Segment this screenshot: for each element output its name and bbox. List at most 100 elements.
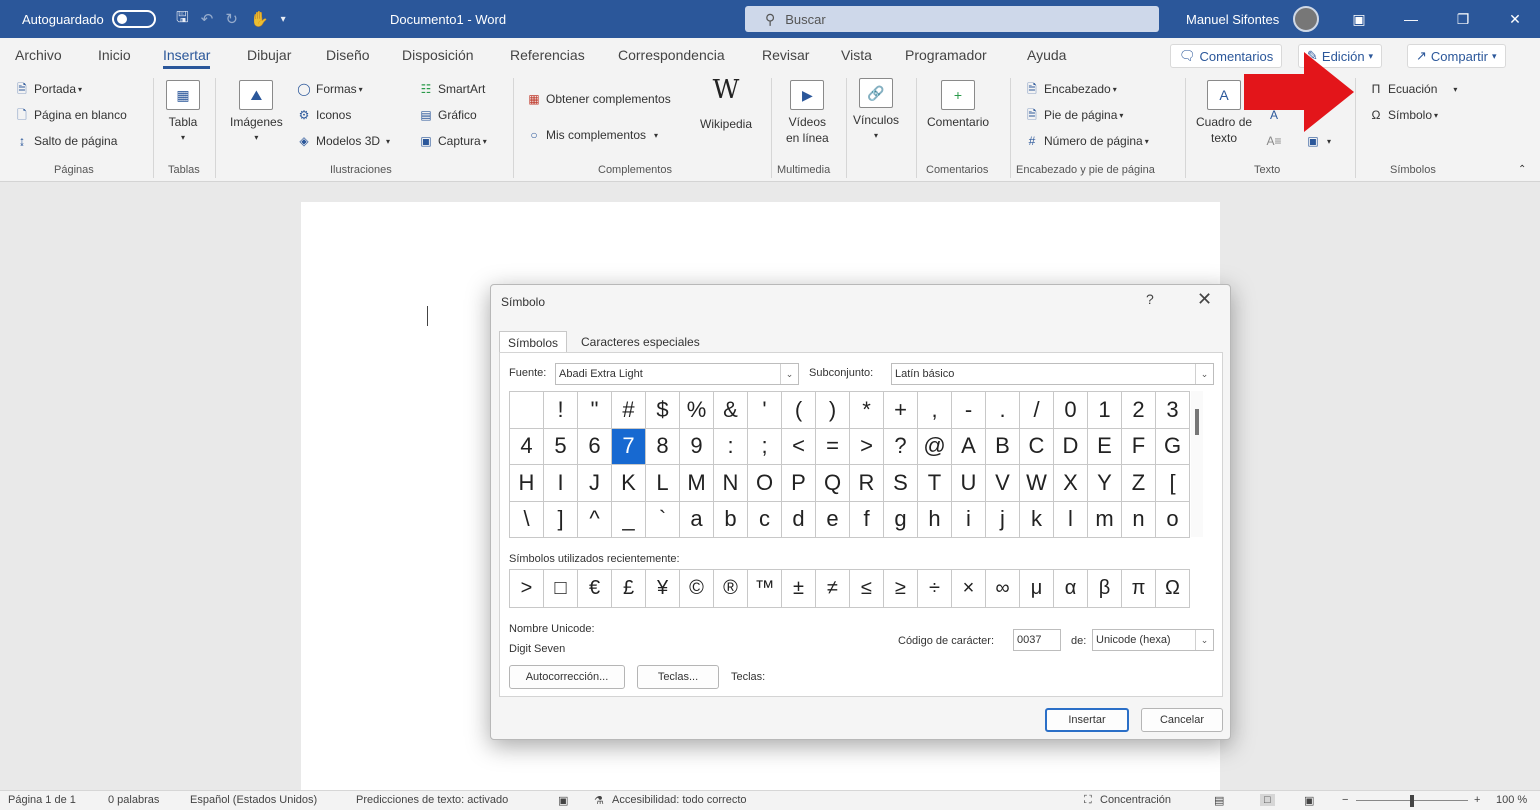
- symbol-cell[interactable]: 7: [612, 428, 646, 465]
- symbol-cell[interactable]: S: [884, 465, 918, 502]
- symbol-cell[interactable]: W: [1020, 465, 1054, 502]
- recent-symbol-cell[interactable]: □: [544, 570, 578, 608]
- symbol-cell[interactable]: .: [986, 392, 1020, 429]
- tab-referencias[interactable]: Referencias: [510, 47, 585, 63]
- ribbon-display-icon[interactable]: ▣: [1333, 11, 1385, 28]
- symbol-cell[interactable]: j: [986, 501, 1020, 538]
- symbol-cell[interactable]: #: [612, 392, 646, 429]
- symbol-cell[interactable]: ?: [884, 428, 918, 465]
- symbol-cell[interactable]: A: [952, 428, 986, 465]
- from-select[interactable]: Unicode (hexa) ⌄: [1092, 629, 1214, 651]
- symbol-cell[interactable]: O: [748, 465, 782, 502]
- symbol-cell[interactable]: l: [1054, 501, 1088, 538]
- tab-symbols[interactable]: Símbolos: [499, 331, 568, 353]
- symbol-cell[interactable]: 8: [646, 428, 680, 465]
- symbol-cell[interactable]: D: [1054, 428, 1088, 465]
- symbol-cell[interactable]: L: [646, 465, 680, 502]
- tab-revisar[interactable]: Revisar: [762, 47, 809, 63]
- symbol-cell[interactable]: 0: [1054, 392, 1088, 429]
- symbol-cell[interactable]: <: [782, 428, 816, 465]
- symbol-cell[interactable]: =: [816, 428, 850, 465]
- dropcap-button[interactable]: A≡: [1266, 133, 1286, 149]
- word-count[interactable]: 0 palabras: [108, 794, 159, 806]
- undo-icon[interactable]: ↶: [201, 10, 214, 28]
- recent-symbol-cell[interactable]: ×: [952, 570, 986, 608]
- symbol-cell[interactable]: R: [850, 465, 884, 502]
- symbol-cell[interactable]: g: [884, 501, 918, 538]
- recent-symbol-cell[interactable]: ®: [714, 570, 748, 608]
- recent-symbol-cell[interactable]: ¥: [646, 570, 680, 608]
- symbol-cell[interactable]: I: [544, 465, 578, 502]
- recent-symbol-cell[interactable]: ±: [782, 570, 816, 608]
- chart-button[interactable]: ▤ Gráfico: [418, 107, 476, 123]
- tab-dibujar[interactable]: Dibujar: [247, 47, 291, 63]
- text-predictions-status[interactable]: Predicciones de texto: activado: [356, 794, 508, 806]
- symbol-cell[interactable]: (: [782, 392, 816, 429]
- web-layout-icon[interactable]: ▣: [1304, 794, 1314, 807]
- symbol-cell[interactable]: C: [1020, 428, 1054, 465]
- font-select[interactable]: Abadi Extra Light ⌄: [555, 363, 799, 385]
- char-code-input[interactable]: 0037: [1013, 629, 1061, 651]
- symbol-cell[interactable]: E: [1088, 428, 1122, 465]
- symbol-cell[interactable]: i: [952, 501, 986, 538]
- recent-symbol-cell[interactable]: ≥: [884, 570, 918, 608]
- links-button[interactable]: 🔗 Vínculos ▾: [853, 78, 899, 144]
- symbol-cell[interactable]: 9: [680, 428, 714, 465]
- recent-symbol-cell[interactable]: ≠: [816, 570, 850, 608]
- symbol-cell[interactable]: ): [816, 392, 850, 429]
- symbol-cell[interactable]: 2: [1122, 392, 1156, 429]
- online-video-button[interactable]: ▶ Vídeos en línea: [786, 80, 829, 146]
- tab-diseno[interactable]: Diseño: [326, 47, 370, 63]
- symbol-cell[interactable]: f: [850, 501, 884, 538]
- recent-symbol-cell[interactable]: α: [1054, 570, 1088, 608]
- symbol-cell[interactable]: 3: [1156, 392, 1190, 429]
- symbol-cell[interactable]: 6: [578, 428, 612, 465]
- symbol-cell[interactable]: a: [680, 501, 714, 538]
- symbol-cell[interactable]: c: [748, 501, 782, 538]
- smartart-button[interactable]: ☷ SmartArt: [418, 81, 486, 97]
- symbol-cell[interactable]: *: [850, 392, 884, 429]
- tab-archivo[interactable]: Archivo: [15, 47, 62, 63]
- shapes-button[interactable]: ◯ Formas ▾: [296, 81, 362, 97]
- symbol-cell[interactable]: ": [578, 392, 612, 429]
- minimize-icon[interactable]: —: [1385, 11, 1437, 27]
- share-button[interactable]: ↗ Compartir ▾: [1407, 44, 1506, 68]
- recent-symbol-cell[interactable]: μ: [1020, 570, 1054, 608]
- symbol-cell[interactable]: !: [544, 392, 578, 429]
- read-mode-icon[interactable]: ▤: [1214, 794, 1224, 807]
- symbol-cell[interactable]: [: [1156, 465, 1190, 502]
- collapse-ribbon-icon[interactable]: ⌃: [1518, 164, 1526, 175]
- avatar[interactable]: [1293, 0, 1319, 38]
- symbol-cell[interactable]: N: [714, 465, 748, 502]
- close-icon[interactable]: ✕: [1489, 11, 1540, 28]
- symbol-cell[interactable]: P: [782, 465, 816, 502]
- 3d-models-button[interactable]: ◈ Modelos 3D ▾: [296, 133, 390, 149]
- recent-symbol-cell[interactable]: ≤: [850, 570, 884, 608]
- symbol-cell[interactable]: H: [510, 465, 544, 502]
- symbol-cell[interactable]: n: [1122, 501, 1156, 538]
- symbol-cell[interactable]: X: [1054, 465, 1088, 502]
- restore-icon[interactable]: ❐: [1437, 11, 1489, 28]
- tab-disposicion[interactable]: Disposición: [402, 47, 474, 63]
- symbol-cell[interactable]: e: [816, 501, 850, 538]
- touch-mode-icon[interactable]: ✋: [250, 10, 269, 28]
- symbol-cell[interactable]: k: [1020, 501, 1054, 538]
- recent-symbol-cell[interactable]: £: [612, 570, 646, 608]
- accessibility-status[interactable]: Accesibilidad: todo correcto: [612, 794, 747, 806]
- recent-symbol-cell[interactable]: ™: [748, 570, 782, 608]
- page-break-button[interactable]: ↨ Salto de página: [14, 133, 117, 149]
- symbol-cell[interactable]: :: [714, 428, 748, 465]
- symbol-cell[interactable]: ': [748, 392, 782, 429]
- images-button[interactable]: ⛰ Imágenes ▾: [230, 80, 283, 146]
- recent-symbol-cell[interactable]: >: [510, 570, 544, 608]
- icons-button[interactable]: ⚙ Iconos: [296, 107, 352, 123]
- tab-correspondencia[interactable]: Correspondencia: [618, 47, 725, 63]
- vertical-scrollbar[interactable]: [1524, 182, 1540, 790]
- footer-button[interactable]: 🗎 Pie de página ▾: [1024, 107, 1123, 123]
- symbol-cell[interactable]: J: [578, 465, 612, 502]
- zoom-slider-handle[interactable]: [1410, 795, 1414, 807]
- track-icon[interactable]: ▣: [558, 794, 568, 807]
- symbol-cell[interactable]: &: [714, 392, 748, 429]
- equation-button[interactable]: Π Ecuación ▾: [1368, 81, 1458, 97]
- symbol-cell[interactable]: V: [986, 465, 1020, 502]
